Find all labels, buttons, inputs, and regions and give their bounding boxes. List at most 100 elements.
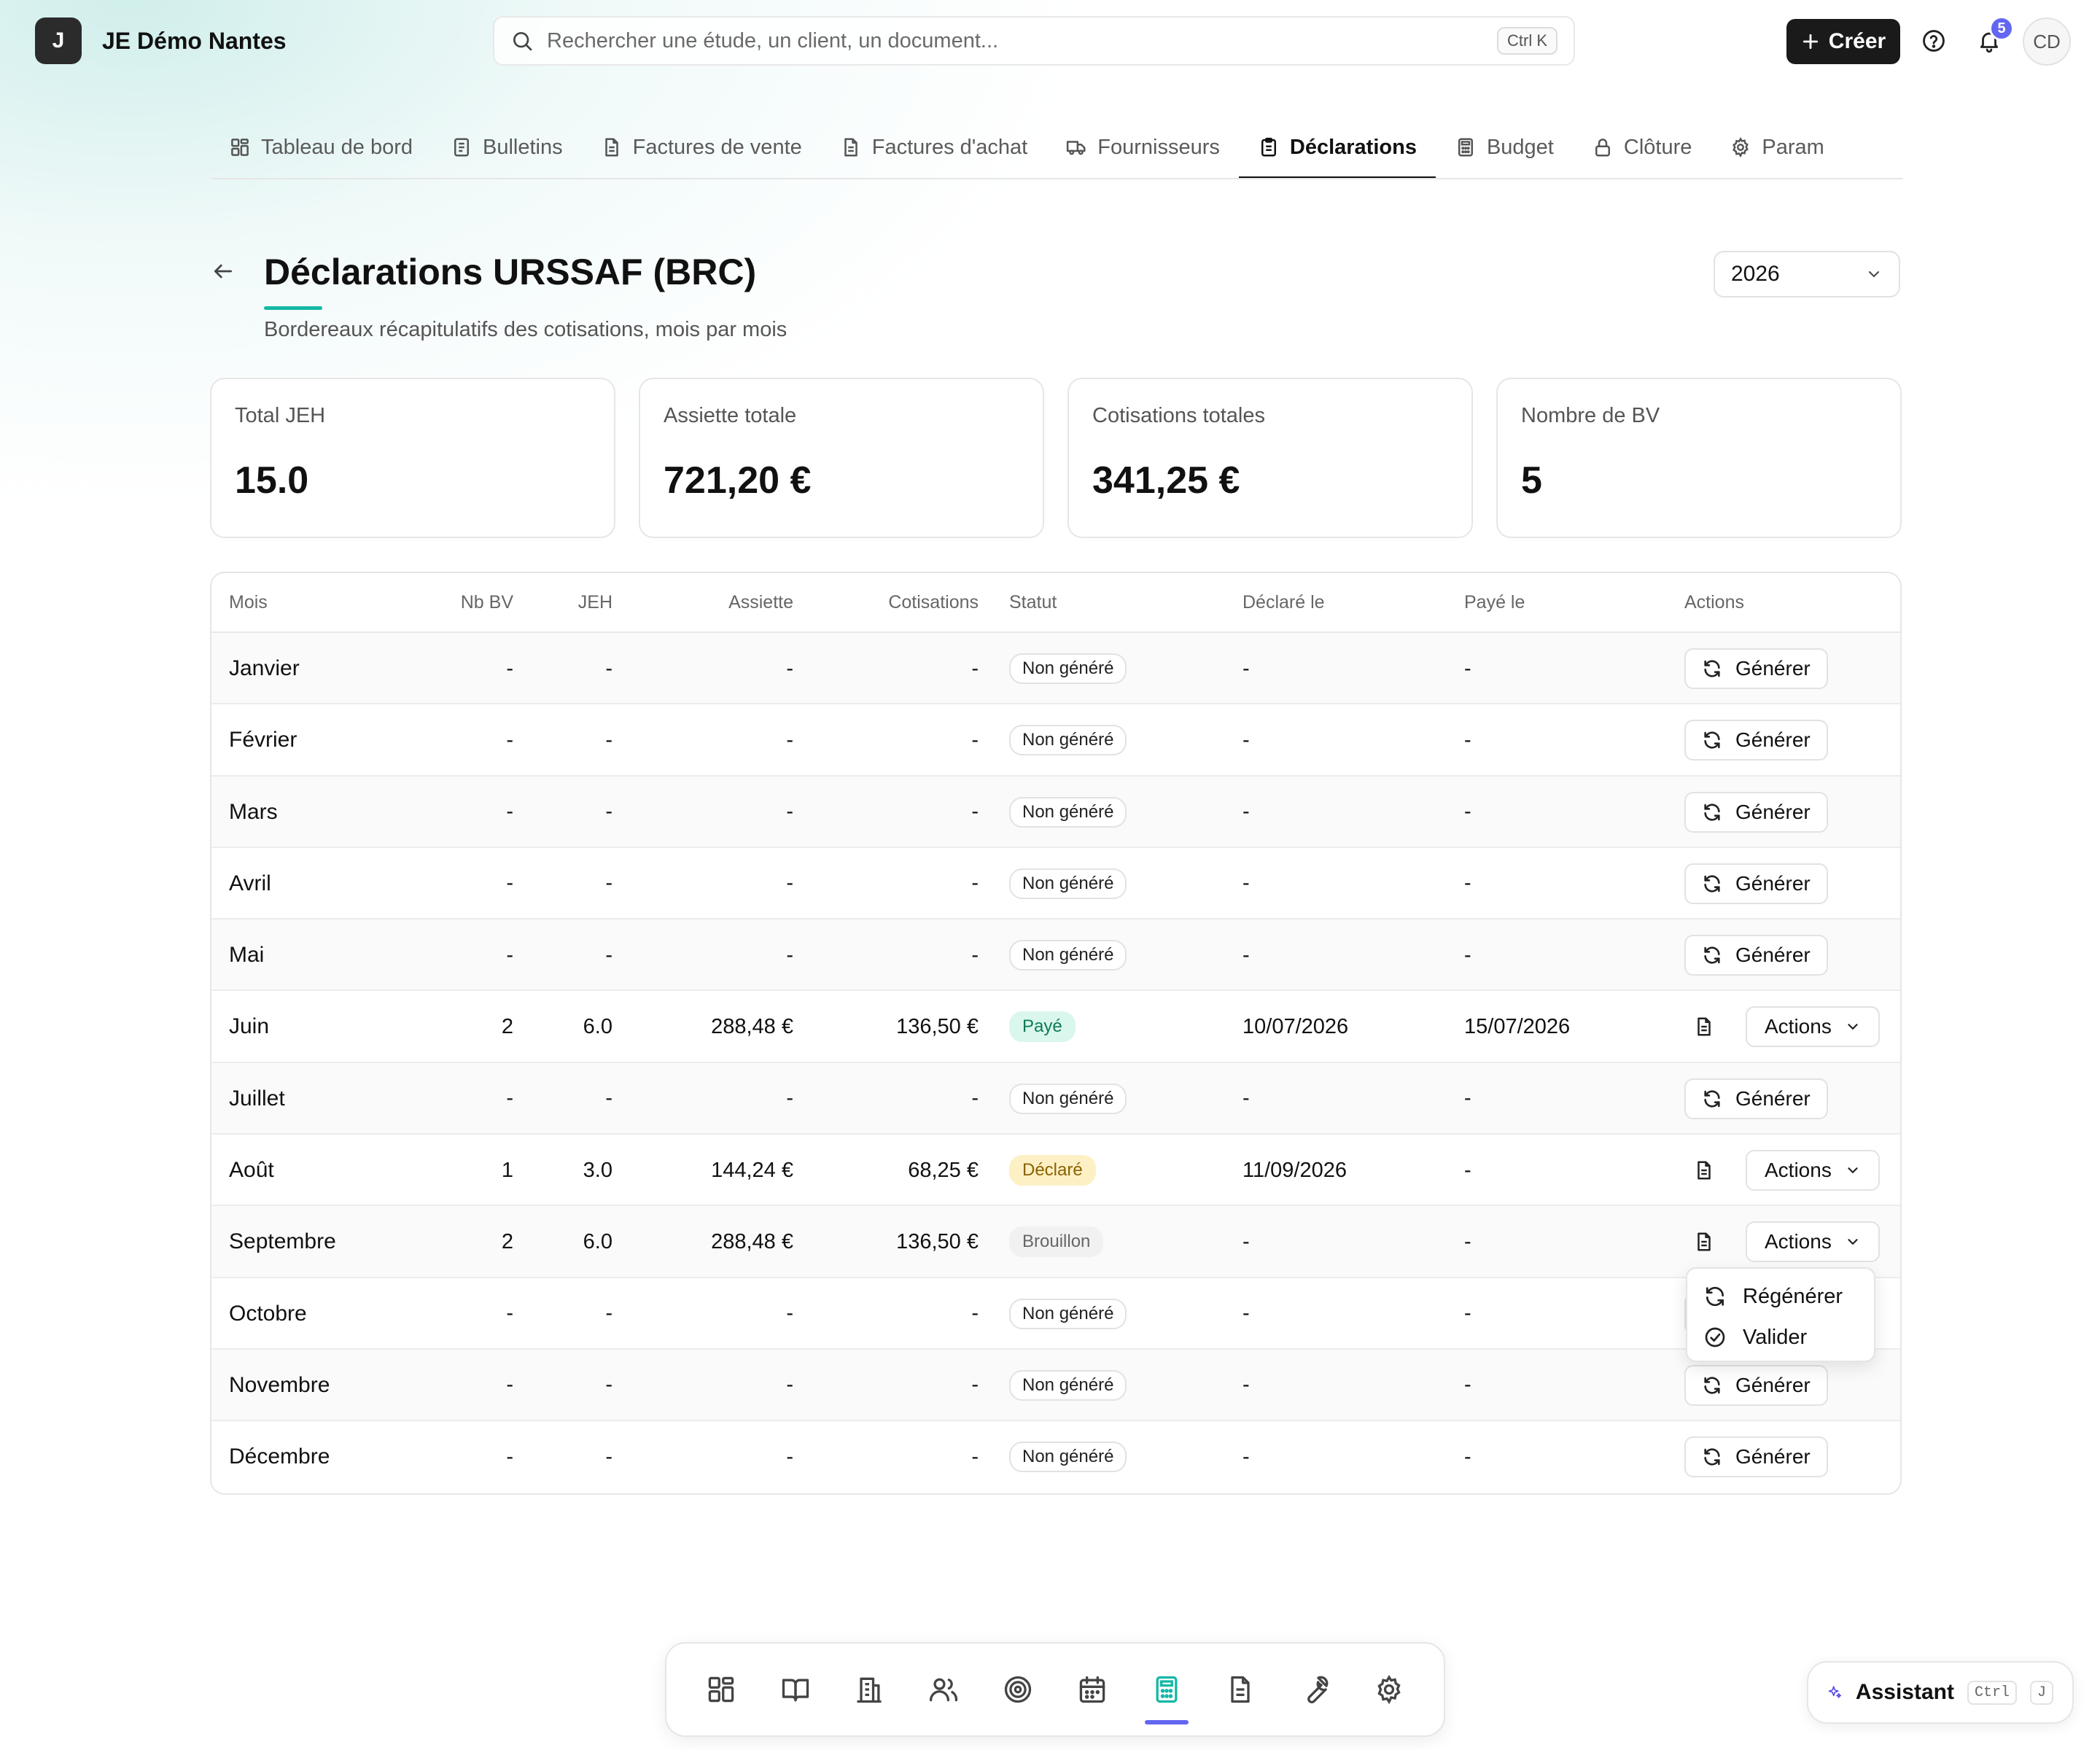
cell-mois: Juin xyxy=(229,1014,270,1039)
table-row: Mai - - - - Non généré - - Générer xyxy=(211,919,1900,992)
tab-factures-de-vente[interactable]: Factures de vente xyxy=(582,117,821,178)
assistant-shortcut-ctrl: Ctrl xyxy=(1967,1680,2017,1705)
target-icon xyxy=(1004,1676,1032,1703)
brand[interactable]: J JE Démo Nantes xyxy=(35,18,287,64)
table-row: Mars - - - - Non généré - - Générer xyxy=(211,776,1900,848)
tab-fournisseurs[interactable]: Fournisseurs xyxy=(1046,117,1239,178)
file-icon xyxy=(844,138,858,157)
table-row: Avril - - - - Non généré - - Générer xyxy=(211,848,1900,920)
generate-button-label: Générer xyxy=(1735,1086,1811,1110)
dock-item-target[interactable] xyxy=(989,1660,1047,1719)
cell-paye-le: - xyxy=(1464,1158,1471,1182)
dock-item-dashboard[interactable] xyxy=(692,1660,750,1719)
help-button[interactable] xyxy=(1918,25,1950,57)
cell-paye-le: - xyxy=(1464,1229,1471,1253)
cell-nb-bv: - xyxy=(506,1373,513,1397)
plus-icon xyxy=(1802,34,1818,50)
generate-button[interactable]: Générer xyxy=(1684,791,1828,833)
calculator-icon xyxy=(1458,138,1473,157)
menu-item-regenerer[interactable]: Régénérer xyxy=(1687,1276,1874,1317)
year-select[interactable]: 2026 xyxy=(1714,251,1900,298)
cell-declare-le: - xyxy=(1242,871,1250,895)
avatar[interactable]: CD xyxy=(2023,18,2071,66)
cell-jeh: 6.0 xyxy=(583,1229,612,1253)
cell-assiette: 144,24 € xyxy=(711,1158,793,1182)
declarations-table: Mois Nb BV JEH Assiette Cotisations Stat… xyxy=(210,572,1902,1495)
dock-item-building[interactable] xyxy=(840,1660,898,1719)
generate-button[interactable]: Générer xyxy=(1684,863,1828,904)
tab-bulletins[interactable]: Bulletins xyxy=(432,117,582,178)
cell-actions: Générer xyxy=(1684,1063,1828,1135)
generate-button[interactable]: Générer xyxy=(1684,648,1828,689)
dock-item-calculator[interactable] xyxy=(1138,1660,1196,1724)
lock-icon xyxy=(1595,139,1610,157)
document-icon[interactable] xyxy=(1693,1231,1715,1253)
document-icon[interactable] xyxy=(1693,1016,1715,1038)
document-icon xyxy=(1231,1676,1251,1703)
back-arrow-icon[interactable] xyxy=(211,260,235,283)
cell-cotisations: - xyxy=(971,656,979,680)
tab-cloture[interactable]: Clôture xyxy=(1573,117,1711,178)
menu-item-valider[interactable]: Valider xyxy=(1687,1317,1874,1358)
dock-item-book[interactable] xyxy=(766,1660,825,1719)
tab-factures-d-achat[interactable]: Factures d'achat xyxy=(821,117,1046,178)
status-badge: Non généré xyxy=(1009,653,1127,684)
header-mois: Mois xyxy=(229,592,268,612)
cell-cotisations: 136,50 € xyxy=(896,1014,979,1038)
cell-statut: Non généré xyxy=(1009,777,1127,848)
tab-label: Fournisseurs xyxy=(1097,135,1220,159)
actions-button[interactable]: Actions xyxy=(1746,1150,1880,1191)
generate-button[interactable]: Générer xyxy=(1684,1436,1828,1478)
header-jeh: JEH xyxy=(578,592,612,612)
header-cotisations: Cotisations xyxy=(888,592,979,612)
tab-label: Clôture xyxy=(1623,135,1692,159)
generate-button[interactable]: Générer xyxy=(1684,1364,1828,1406)
cell-actions: Générer xyxy=(1684,633,1828,704)
cell-assiette: 288,48 € xyxy=(711,1014,793,1038)
cell-declare-le: 10/07/2026 xyxy=(1242,1014,1349,1038)
generate-button[interactable]: Générer xyxy=(1684,935,1828,976)
cell-assiette: - xyxy=(786,871,793,895)
chevron-down-icon xyxy=(1848,1024,1858,1030)
assistant-button[interactable]: Assistant Ctrl J xyxy=(1807,1661,2074,1724)
clipboard-icon xyxy=(1261,137,1276,157)
tab-label: Factures de vente xyxy=(632,135,802,159)
building-icon xyxy=(857,1677,882,1703)
dock-item-document[interactable] xyxy=(1211,1660,1269,1719)
search-input[interactable] xyxy=(547,28,1497,53)
cell-mois: Mai xyxy=(229,943,265,968)
dock-item-calendar[interactable] xyxy=(1063,1660,1121,1719)
assistant-shortcut-j: J xyxy=(2029,1680,2053,1705)
search-bar[interactable]: Ctrl K xyxy=(493,16,1575,66)
tab-label: Param xyxy=(1762,135,1824,159)
cell-assiette: - xyxy=(786,1086,793,1111)
tab-declarations[interactable]: Déclarations xyxy=(1238,117,1436,178)
cell-assiette: - xyxy=(786,1444,793,1469)
generate-button-label: Générer xyxy=(1735,944,1811,967)
generate-button[interactable]: Générer xyxy=(1684,720,1828,761)
table-row: Juin 2 6.0 288,48 € 136,50 € Payé 10/07/2026 15… xyxy=(211,991,1900,1063)
dock-item-tools[interactable] xyxy=(1286,1660,1344,1719)
chevron-down-icon xyxy=(1848,1239,1858,1245)
tab-budget[interactable]: Budget xyxy=(1436,117,1573,178)
tab-tableau-de-bord[interactable]: Tableau de bord xyxy=(211,117,432,178)
cell-paye-le: - xyxy=(1464,1373,1471,1397)
help-icon xyxy=(1923,30,1945,52)
document-icon[interactable] xyxy=(1693,1159,1715,1181)
cell-paye-le: - xyxy=(1464,656,1471,680)
cell-cotisations: 136,50 € xyxy=(896,1229,979,1253)
refresh-icon xyxy=(1704,804,1720,821)
generate-button[interactable]: Générer xyxy=(1684,1078,1828,1119)
create-button[interactable]: Créer xyxy=(1786,19,1900,64)
cell-statut: Non généré xyxy=(1009,919,1127,991)
generate-button-label: Générer xyxy=(1735,1445,1811,1469)
dock-item-settings[interactable] xyxy=(1360,1660,1418,1719)
search-icon xyxy=(513,32,532,51)
actions-button[interactable]: Actions xyxy=(1746,1221,1880,1263)
kpi-label: Assiette totale xyxy=(664,404,797,427)
actions-button[interactable]: Actions xyxy=(1746,1006,1880,1048)
generate-button-label: Générer xyxy=(1735,800,1811,823)
tab-parametres[interactable]: Param xyxy=(1711,117,1843,178)
cell-cotisations: - xyxy=(971,1373,979,1397)
dock-item-users[interactable] xyxy=(914,1660,973,1719)
